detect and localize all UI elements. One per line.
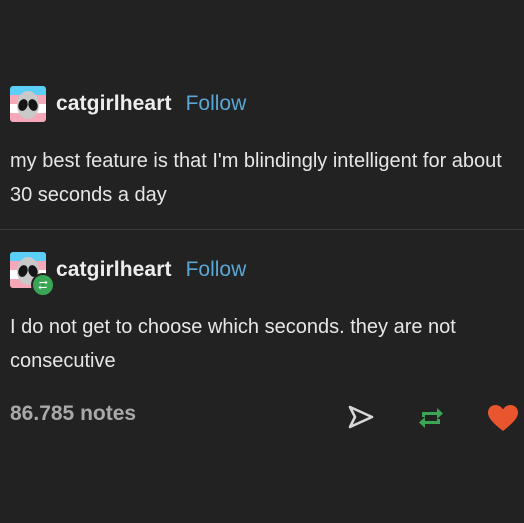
notes-count[interactable]: 86.785 notes [10,402,136,426]
username[interactable]: catgirlheart [56,92,172,116]
follow-button[interactable]: Follow [186,258,247,282]
alien-avatar-icon [10,86,46,122]
share-button[interactable] [347,404,375,435]
post-text-1: my best feature is that I'm blindingly i… [10,150,502,206]
divider [0,229,524,230]
share-icon [348,405,374,429]
heart-icon [488,405,518,431]
reblog-icon [419,408,443,428]
post-text-2: I do not get to choose which seconds. th… [10,316,456,372]
avatar[interactable] [10,252,55,297]
username[interactable]: catgirlheart [56,258,172,282]
like-button[interactable] [487,404,519,437]
post-header-1: catgirlheart Follow [10,86,246,122]
reblog-button[interactable] [416,403,446,438]
reblog-badge-icon [31,273,55,297]
avatar[interactable] [10,86,46,122]
post-header-2: catgirlheart Follow [10,252,247,297]
follow-button[interactable]: Follow [186,92,247,116]
